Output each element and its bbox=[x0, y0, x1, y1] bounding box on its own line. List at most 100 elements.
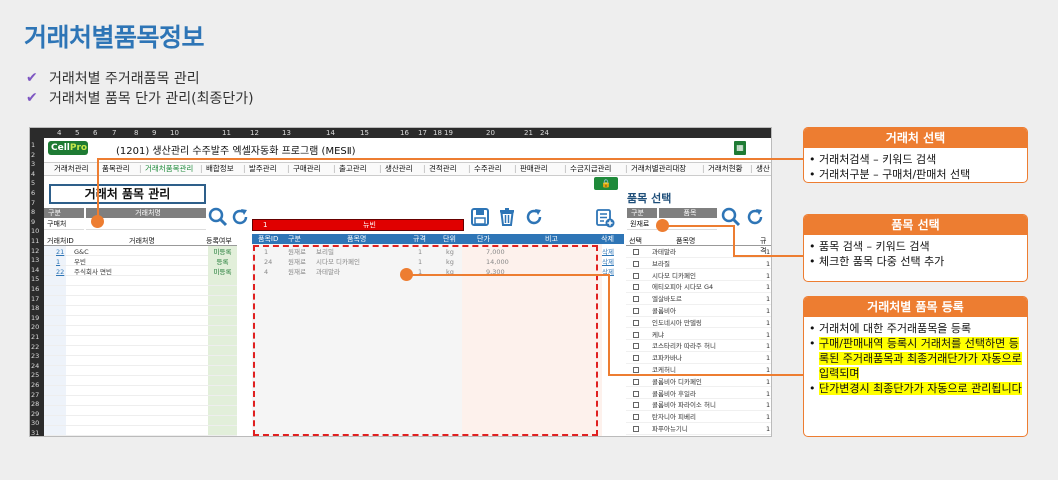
row-header: 4 bbox=[31, 169, 36, 178]
menu-item[interactable]: 거래처현황 bbox=[708, 163, 743, 175]
client-id-link[interactable]: 22 bbox=[56, 267, 64, 277]
item-select-row[interactable]: 에티오피아 시다모 G4 1 bbox=[626, 282, 771, 293]
item-select-row[interactable]: 브라질 1 bbox=[626, 259, 771, 270]
item-checkbox[interactable] bbox=[633, 296, 639, 303]
item-checkbox[interactable] bbox=[633, 308, 639, 314]
item-checkbox[interactable] bbox=[633, 331, 639, 338]
item-spec: 1 bbox=[766, 389, 771, 398]
item-select-row[interactable]: 콜롬비아 1 bbox=[626, 306, 771, 317]
item-select-row[interactable]: 인도네시아 만델링 1 bbox=[626, 318, 771, 329]
item-name: 시다모 디카페인 bbox=[652, 271, 696, 280]
connector-line bbox=[608, 374, 803, 376]
item-select-row[interactable]: 탄자니아 피베리 1 bbox=[626, 412, 771, 423]
item-select-row[interactable]: 케냐 1 bbox=[626, 330, 771, 341]
refresh-icon[interactable] bbox=[524, 207, 544, 227]
column-header: 12 bbox=[250, 129, 259, 137]
item-checkbox[interactable] bbox=[633, 402, 639, 409]
menu-item[interactable]: 거래처별관리대장 bbox=[631, 163, 686, 175]
connector-line bbox=[97, 158, 99, 216]
trash-icon[interactable] bbox=[497, 207, 517, 227]
item-select-row[interactable]: 파푸아뉴기니 1 bbox=[626, 424, 771, 435]
menu-item[interactable]: 판매관리 bbox=[520, 163, 548, 175]
menu-item[interactable]: 수금지급관리 bbox=[570, 163, 611, 175]
item-select-row[interactable]: 콜롬비아 디카페인 1 bbox=[626, 377, 771, 388]
row-header: 14 bbox=[31, 265, 40, 274]
item-checkbox[interactable] bbox=[633, 378, 639, 385]
client-id-link[interactable]: 21 bbox=[56, 247, 64, 257]
row-header: 29 bbox=[31, 409, 40, 418]
item-select-row[interactable]: 콜롬비아 후일라 1 bbox=[626, 389, 771, 400]
menu-item[interactable]: 출고관리 bbox=[339, 163, 367, 175]
item-name: 콜롬비아 bbox=[652, 307, 676, 315]
col-header: 단가 bbox=[477, 235, 490, 243]
col-header: 등록여부 bbox=[206, 237, 232, 245]
client-id-link[interactable]: 1 bbox=[56, 257, 60, 267]
item-type-select[interactable]: 원재료 bbox=[627, 219, 657, 230]
row-header: 20 bbox=[31, 323, 40, 332]
item-name: 코스타리카 따라주 허니 bbox=[652, 342, 716, 351]
filter-label-item: 품목 bbox=[659, 208, 717, 218]
status-badge: 미등록 bbox=[208, 247, 237, 257]
menu-item[interactable]: 품목관리 bbox=[102, 163, 130, 175]
delete-link[interactable]: 삭제 bbox=[602, 257, 614, 267]
menu-separator: | bbox=[750, 164, 753, 173]
row-header: 15 bbox=[31, 275, 40, 284]
column-header: 17 bbox=[418, 129, 427, 137]
menu-item[interactable]: 생산관리 bbox=[385, 163, 413, 175]
menu-item[interactable]: 수주관리 bbox=[474, 163, 502, 175]
item-checkbox[interactable] bbox=[633, 367, 639, 373]
item-checkbox[interactable] bbox=[633, 414, 639, 421]
menu-item[interactable]: 거래처품목관리 bbox=[145, 163, 193, 175]
item-checkbox[interactable] bbox=[633, 272, 639, 279]
column-header: 8 bbox=[134, 129, 139, 137]
row-header: 25 bbox=[31, 371, 40, 380]
save-icon[interactable] bbox=[470, 207, 490, 227]
item-select-row[interactable]: 콜롬비아 파라이소 허니 1 bbox=[626, 400, 771, 411]
lock-icon[interactable]: 🔒 bbox=[594, 177, 618, 190]
item-checkbox[interactable] bbox=[633, 260, 639, 267]
item-checkbox[interactable] bbox=[633, 284, 639, 291]
menu-item[interactable]: 견적관리 bbox=[429, 163, 457, 175]
menu-item[interactable]: 생산 bbox=[756, 163, 770, 175]
client-row[interactable]: 22 주식회사 면빈 미등록 bbox=[44, 267, 237, 277]
excel-icon[interactable]: ▦ bbox=[734, 141, 746, 155]
grid-line bbox=[44, 376, 237, 386]
client-search-input[interactable] bbox=[86, 219, 206, 230]
item-checkbox[interactable] bbox=[633, 390, 639, 397]
item-select-row[interactable]: 코파카바나 1 bbox=[626, 353, 771, 364]
item-checkbox[interactable] bbox=[633, 249, 639, 255]
item-spec: 1 bbox=[766, 318, 771, 327]
item-select-row[interactable]: 시다모 디카페인 1 bbox=[626, 271, 771, 282]
delete-link[interactable]: 삭제 bbox=[602, 247, 614, 257]
add-list-icon[interactable] bbox=[595, 208, 615, 228]
menu-item[interactable]: 구매관리 bbox=[293, 163, 321, 175]
client-row[interactable]: 1 우빈 등록 bbox=[44, 257, 237, 267]
search-icon[interactable] bbox=[721, 207, 741, 227]
connector-line bbox=[733, 225, 735, 257]
item-select-row[interactable]: 엘살바도르 1 bbox=[626, 294, 771, 305]
search-icon[interactable] bbox=[208, 207, 228, 227]
selected-client-bar: 1 뉴빈 bbox=[252, 219, 464, 231]
item-name: 인도네시아 만델링 bbox=[652, 318, 702, 327]
item-spec: 1 bbox=[766, 295, 771, 304]
item-checkbox[interactable] bbox=[633, 355, 639, 362]
client-type-select[interactable]: 구매처 bbox=[44, 219, 84, 230]
connector-line bbox=[733, 255, 803, 257]
item-select-row[interactable]: 코스타리카 따라주 허니 1 bbox=[626, 341, 771, 352]
item-name: 파푸아뉴기니 bbox=[652, 425, 688, 433]
menu-item[interactable]: 거래처관리 bbox=[54, 163, 89, 175]
refresh-icon[interactable] bbox=[230, 207, 250, 227]
menu-separator: | bbox=[287, 164, 290, 173]
item-checkbox[interactable] bbox=[633, 426, 639, 432]
menu-item[interactable]: 발주관리 bbox=[249, 163, 277, 175]
row-header: 31 bbox=[31, 429, 40, 437]
column-header: 19 bbox=[444, 129, 453, 137]
item-checkbox[interactable] bbox=[633, 319, 639, 326]
item-checkbox[interactable] bbox=[633, 343, 639, 350]
callout-line: • 거래처구분 – 구매처/판매처 선택 bbox=[809, 167, 1022, 182]
menu-separator: | bbox=[468, 164, 471, 173]
menu-item[interactable]: 배합정보 bbox=[206, 163, 234, 175]
refresh-icon[interactable] bbox=[745, 207, 765, 227]
client-row[interactable]: 21 G&C 미등록 bbox=[44, 247, 237, 257]
callout-text: 거래처에 대한 주거래품목을 등록 bbox=[819, 322, 972, 335]
